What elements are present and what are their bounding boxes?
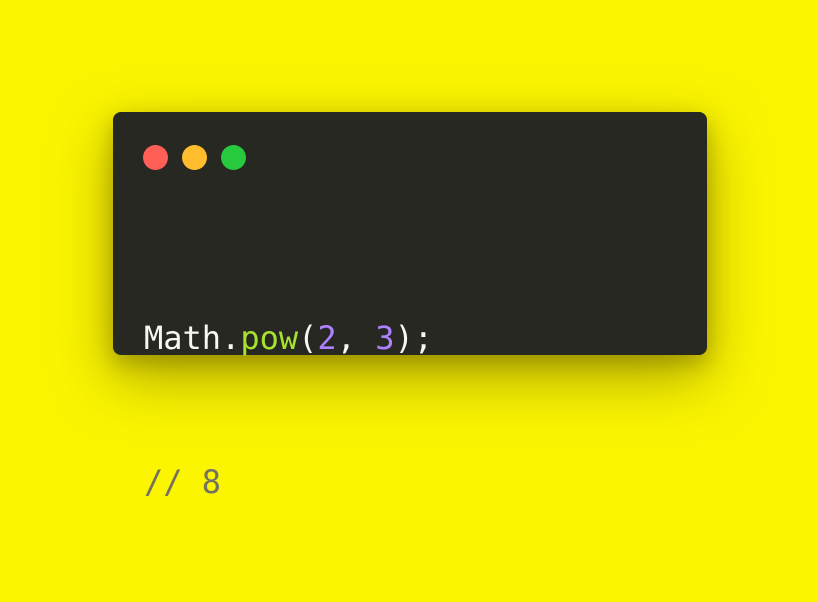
code-method: pow (240, 319, 299, 357)
code-comma: , (336, 319, 376, 357)
code-window: Math.pow(2, 3); // 8 (113, 112, 707, 501)
close-dot-icon[interactable] (143, 145, 168, 170)
minimize-dot-icon[interactable] (182, 145, 207, 170)
code-line-2: // 8 (144, 458, 433, 506)
code-arg-1: 2 (317, 319, 337, 357)
code-close: ); (394, 319, 433, 357)
code-object: Math (144, 319, 222, 357)
code-dot: . (221, 319, 241, 357)
code-line-1: Math.pow(2, 3); (144, 314, 433, 362)
code-block: Math.pow(2, 3); // 8 (144, 218, 433, 602)
code-comment: // 8 (144, 463, 222, 501)
code-open-paren: ( (298, 319, 318, 357)
code-arg-2: 3 (375, 319, 395, 357)
maximize-dot-icon[interactable] (221, 145, 246, 170)
window-controls (143, 145, 246, 170)
